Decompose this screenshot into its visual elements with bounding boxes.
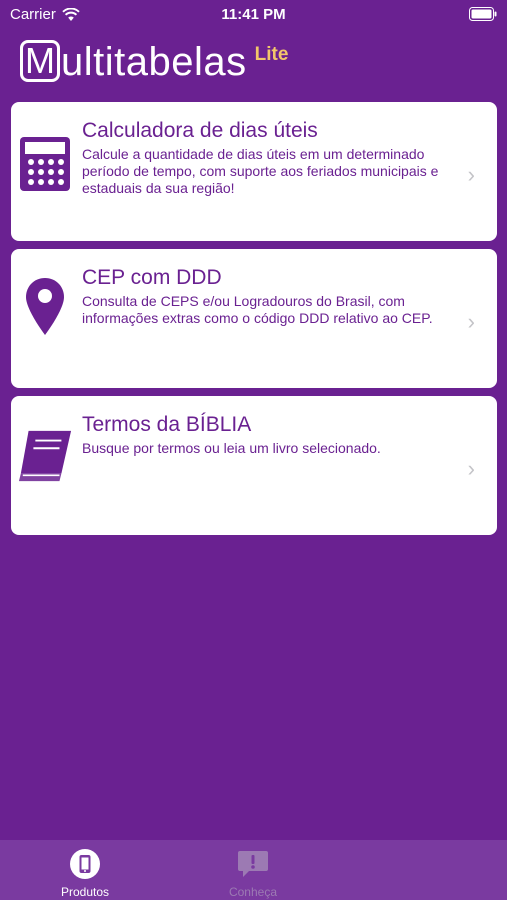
logo-text: ultitabelas — [61, 40, 247, 84]
tab-bar: Produtos Conheça — [0, 840, 507, 900]
calculator-icon — [17, 136, 73, 192]
logo-lite-badge: Lite — [254, 44, 289, 65]
card-title: Calculadora de dias úteis — [82, 119, 318, 142]
tab-conheca[interactable]: Conheça — [198, 848, 308, 899]
status-bar: Carrier 11:41 PM — [0, 0, 507, 30]
status-time: 11:41 PM — [221, 6, 286, 23]
location-pin-icon — [17, 278, 73, 335]
info-chat-icon — [236, 848, 270, 880]
chevron-right-icon: › — [467, 456, 475, 481]
tab-label: Conheça — [228, 885, 278, 899]
card-calculadora[interactable]: Calculadora de dias úteis Calcule a quan… — [11, 102, 497, 241]
card-description: Consulta de CEPS e/ou Logradouros do Bra… — [82, 293, 433, 326]
card-description: Calcule a quantidade de dias úteis em um… — [82, 146, 439, 196]
logo-m-box: M — [20, 40, 60, 82]
chevron-right-icon: › — [467, 309, 475, 334]
card-title: CEP com DDD — [82, 266, 222, 289]
card-cep-ddd[interactable]: CEP com DDD Consulta de CEPS e/ou Lograd… — [11, 249, 497, 388]
phone-icon — [68, 848, 102, 880]
tab-label: Produtos — [60, 885, 110, 899]
book-icon — [17, 428, 73, 484]
battery-icon — [469, 7, 497, 25]
card-termos-biblia[interactable]: Termos da BÍBLIA Busque por termos ou le… — [11, 396, 497, 535]
card-title: Termos da BÍBLIA — [82, 413, 252, 436]
chevron-right-icon: › — [467, 162, 475, 187]
card-description: Busque por termos ou leia um livro selec… — [82, 440, 381, 456]
app-logo: M ultitabelas Lite — [20, 40, 288, 88]
tab-produtos[interactable]: Produtos — [30, 848, 140, 899]
